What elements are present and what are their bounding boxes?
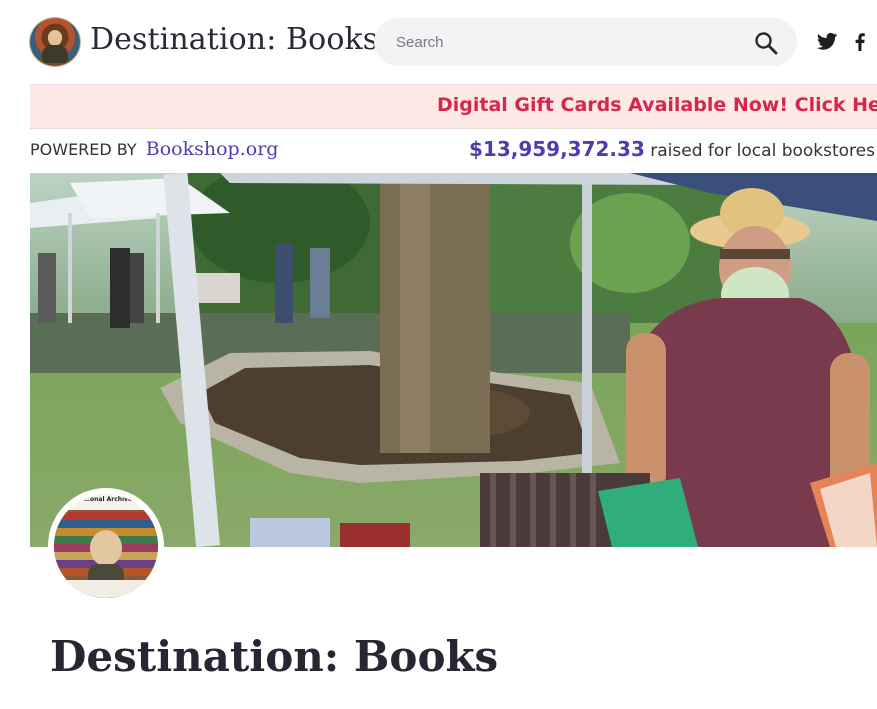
page: Destination: Books Digital Gift Cards Av… bbox=[0, 0, 877, 709]
search-input[interactable] bbox=[394, 28, 738, 56]
bookshop-link[interactable]: Bookshop.org bbox=[146, 138, 279, 160]
search-button[interactable] bbox=[753, 30, 779, 56]
twitter-icon bbox=[816, 32, 837, 50]
powered-by-label: POWERED BY bbox=[30, 140, 137, 159]
site-title[interactable]: Destination: Books bbox=[90, 22, 378, 57]
raised-amount: $13,959,372.33 bbox=[468, 137, 645, 161]
facebook-link[interactable] bbox=[848, 29, 872, 53]
search-box bbox=[374, 18, 797, 66]
hero-image bbox=[30, 173, 877, 547]
search-icon bbox=[755, 32, 778, 55]
promo-banner: Digital Gift Cards Available Now! Click … bbox=[30, 84, 877, 129]
logo-face bbox=[48, 30, 62, 46]
store-avatar[interactable]: …onal Archive bbox=[50, 490, 162, 602]
site-header: Destination: Books bbox=[0, 0, 877, 84]
raised-suffix: raised for local bookstores bbox=[650, 141, 875, 161]
gift-card-link[interactable]: Digital Gift Cards Available Now! Click … bbox=[437, 94, 877, 116]
powered-by: POWERED BY Bookshop.org bbox=[30, 138, 278, 160]
store-title: Destination: Books bbox=[50, 632, 499, 681]
logo-body bbox=[42, 45, 68, 63]
twitter-link[interactable] bbox=[815, 29, 839, 53]
avatar-image bbox=[54, 510, 158, 598]
hero-photo bbox=[30, 173, 877, 547]
raised-summary: $13,959,372.33 raised for local bookstor… bbox=[469, 137, 875, 161]
avatar-photo: …onal Archive bbox=[54, 494, 158, 598]
store-logo[interactable] bbox=[30, 18, 80, 66]
facebook-icon bbox=[855, 33, 865, 51]
